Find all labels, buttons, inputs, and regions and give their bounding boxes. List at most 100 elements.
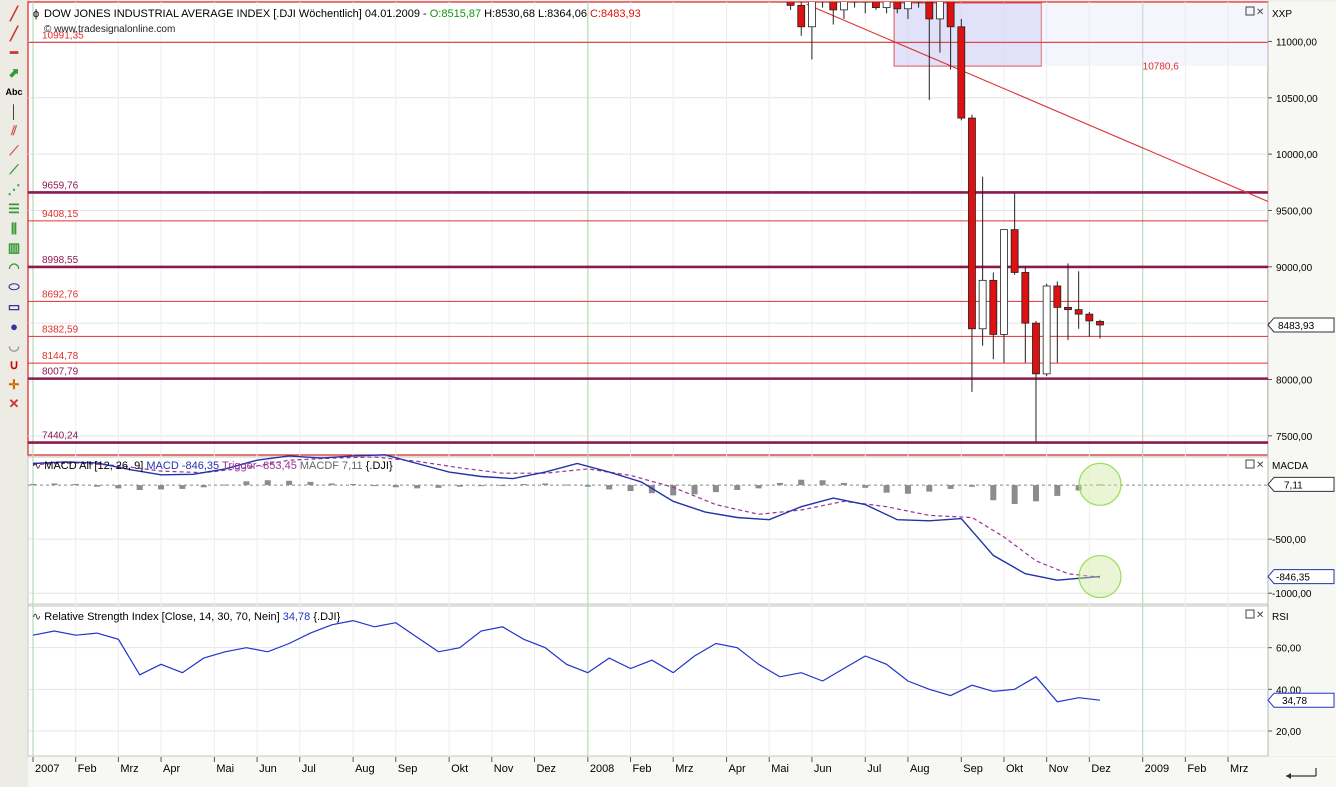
macd-histogram-bar: [734, 485, 741, 490]
macd-histogram-bar: [520, 484, 527, 486]
macd-histogram-bar: [222, 484, 229, 486]
time-tick-label: Jul: [302, 763, 316, 775]
level-label: 8007,79: [42, 367, 79, 378]
candle-body: [1053, 285, 1062, 308]
rsi-tick-label: 20,00: [1276, 727, 1301, 738]
candle-body: [893, 2, 902, 10]
macd-histogram-bar: [1054, 485, 1061, 496]
macd-wave-icon: ∿: [32, 460, 41, 472]
svg-text:∿ MACD All [12, 26, 9]: ∿ MACD All [12, 26, 9] MACD -846,35 Trig…: [32, 460, 393, 472]
macd-histogram-bar: [691, 485, 698, 495]
macd-macdf-label: MACDF 7,11: [300, 460, 363, 472]
macd-histogram-bar: [968, 485, 975, 487]
candle-body: [1021, 272, 1030, 324]
level-label: 9408,15: [42, 209, 79, 220]
candle-body: [1042, 285, 1051, 375]
macd-tag-label: -846,35: [1276, 573, 1310, 584]
macd-histogram-bar: [286, 480, 293, 486]
rsi-symbol: {.DJI}: [313, 611, 340, 623]
time-tick-label: Mrz: [120, 763, 138, 775]
macd-tick-label: -500,00: [1272, 535, 1306, 546]
macd-histogram-bar: [606, 485, 613, 490]
svg-text:∿ Relative Strength Index: ∿ Relative Strength Index [Close, 14, 30…: [32, 611, 341, 623]
time-tick-label: Dez: [536, 763, 556, 775]
macd-histogram-bar: [584, 485, 591, 487]
candle-body: [968, 117, 976, 330]
macd-symbol: {.DJI}: [366, 460, 393, 472]
candle-body: [808, 2, 816, 28]
macd-histogram-bar: [371, 485, 378, 487]
macd-histogram-bar: [563, 484, 570, 486]
price-title: DOW JONES INDUSTRIAL AVERAGE INDEX [.DJI…: [44, 8, 430, 20]
rsi-tick-label: 60,00: [1276, 644, 1301, 655]
close-icon[interactable]: ✕: [1256, 460, 1264, 471]
macd-histogram-bar: [712, 485, 719, 493]
price-tick-label: 10500,00: [1276, 94, 1318, 105]
svg-text:DOW JONES INDUSTRIAL AVERAGE I: DOW JONES INDUSTRIAL AVERAGE INDEX [.DJI…: [44, 8, 641, 20]
time-tick-label: Mai: [216, 763, 234, 775]
macd-histogram-bar: [499, 485, 506, 487]
time-tick-label: Jun: [814, 763, 832, 775]
macd-histogram-bar: [627, 485, 634, 492]
last-price-label: 8483,93: [1278, 321, 1315, 332]
candle-body: [957, 26, 966, 119]
macd-histogram-bar: [947, 485, 954, 489]
price-tick-label: 10000,00: [1276, 150, 1318, 161]
time-tick-label: Sep: [963, 763, 983, 775]
macd-histogram-bar: [243, 481, 250, 486]
chart-canvas: 10991,359659,769408,158998,558692,768382…: [27, 1, 1336, 787]
macd-histogram-bar: [926, 485, 933, 492]
time-tick-label: Jul: [867, 763, 881, 775]
price-tick-label: 11000,00: [1276, 37, 1317, 48]
time-tick-label: Apr: [729, 763, 746, 775]
candle-body: [872, 2, 880, 9]
time-tick-label: 2008: [590, 763, 614, 775]
candle-body: [1000, 229, 1008, 335]
time-tick-label: Nov: [1049, 763, 1069, 775]
macd-histogram-bar: [200, 485, 207, 488]
candle-body: [797, 4, 806, 28]
macd-axis-label: MACDA: [1272, 461, 1308, 472]
close-icon[interactable]: ✕: [1256, 7, 1264, 18]
level-label: 8692,76: [42, 289, 79, 300]
candle-body: [978, 279, 987, 330]
macd-histogram-bar: [883, 485, 890, 493]
time-tick-label: Feb: [633, 763, 652, 775]
price-low: L:8364,06: [538, 8, 587, 20]
price-high: H:8530,68: [484, 8, 535, 20]
macd-histogram-bar: [414, 485, 421, 489]
macd-histogram-bar: [136, 485, 143, 490]
time-tick-label: Nov: [494, 763, 514, 775]
candle-body: [1064, 306, 1072, 311]
candle-body: [946, 2, 955, 28]
macd-histogram-bar: [862, 485, 869, 488]
macd-histogram-bar: [350, 484, 357, 486]
consolidation-zone: [893, 2, 1042, 67]
rsi-tag-label: 34,78: [1282, 696, 1307, 707]
close-icon[interactable]: ✕: [1256, 610, 1264, 621]
macdf-tag-label: 7,11: [1284, 480, 1303, 491]
level-label: 8144,78: [42, 351, 79, 362]
macd-histogram-bar: [1011, 485, 1018, 505]
macd-histogram-bar: [1032, 485, 1039, 502]
price-tick-label: 7500,00: [1276, 432, 1313, 443]
macd-histogram-bar: [755, 485, 762, 489]
time-tick-label: Okt: [1006, 763, 1023, 775]
macd-histogram-bar: [30, 484, 36, 486]
level-label: 8382,59: [42, 324, 79, 335]
time-tick-label: Jun: [259, 763, 277, 775]
level-label: 8998,55: [42, 255, 79, 266]
level-label: 7440,24: [42, 431, 79, 442]
time-tick-label: Mrz: [675, 763, 693, 775]
price-close: C:8483,93: [590, 8, 641, 20]
highlight-circle: [1078, 554, 1122, 599]
time-tick-label: Sep: [398, 763, 418, 775]
time-tick-label: Mrz: [1230, 763, 1248, 775]
macd-histogram-bar: [328, 483, 335, 486]
price-tick-label: 9500,00: [1276, 206, 1313, 217]
macd-title: MACD All [12, 26, 9]: [44, 460, 143, 472]
trendline-label: 10780,6: [1143, 62, 1180, 73]
time-tick-label: 2009: [1145, 763, 1169, 775]
time-tick-label: Dez: [1091, 763, 1111, 775]
macd-histogram-bar: [158, 485, 165, 490]
